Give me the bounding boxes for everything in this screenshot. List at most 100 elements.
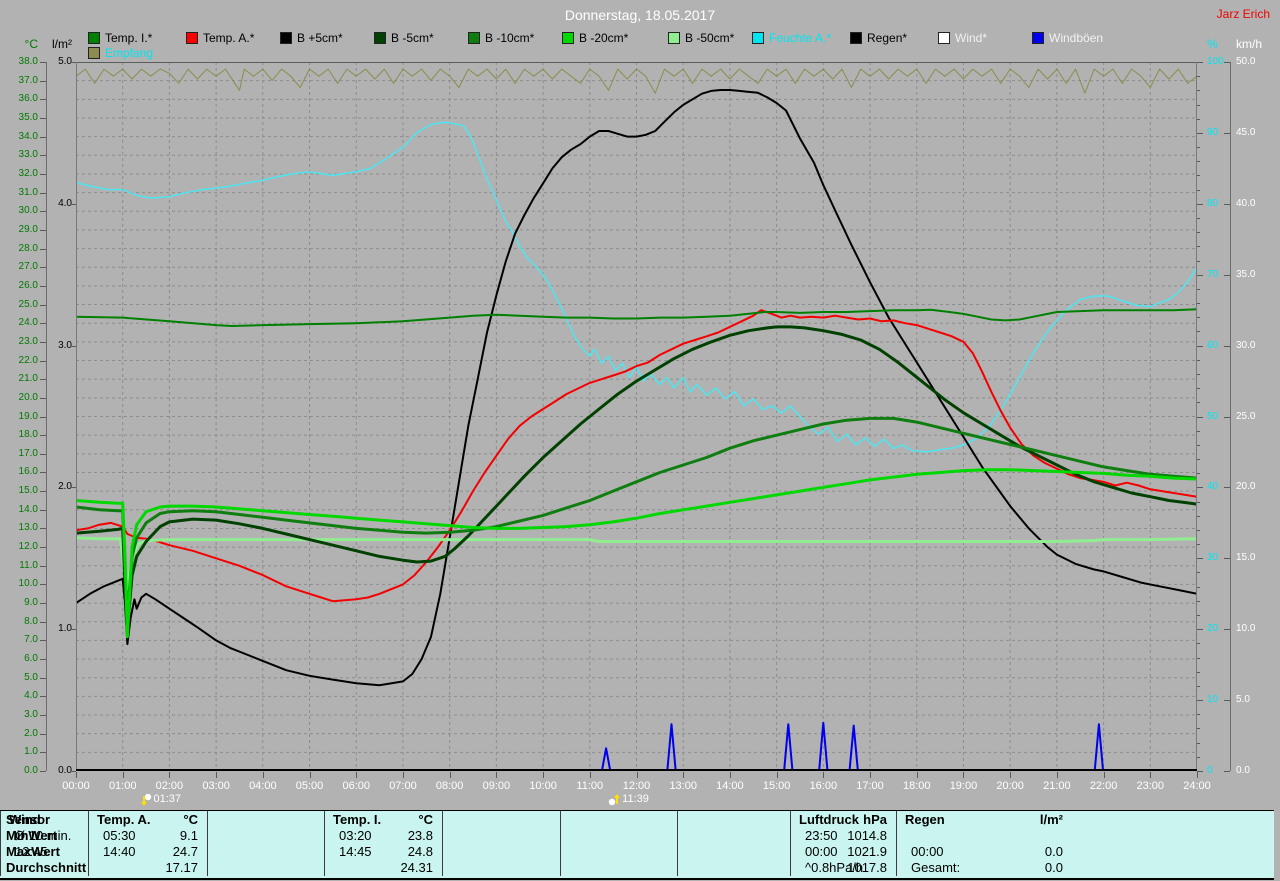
xaxis-time-label: 10:00 [521, 780, 565, 792]
stats-section-empty [207, 811, 325, 876]
yaxis-kmh-label: 5.0 [1236, 695, 1250, 705]
yaxis-percent-label: 20 [1207, 624, 1218, 634]
stats-section-wind: Windkm/hØ 10 min.0.012:45SO 0.10.0 [0, 811, 1, 876]
yaxis-degc-label: 0.0 [2, 766, 38, 776]
xaxis-time-label: 12:00 [615, 780, 659, 792]
legend-label: B -10cm* [485, 31, 534, 45]
yaxis-degc-label: 21.0 [2, 374, 38, 384]
yaxis-percent-tick [1197, 473, 1200, 474]
stats-cell-time: 00:00 [805, 844, 838, 860]
yaxis-percent-tick [1197, 317, 1200, 318]
yaxis-kmh-tick [1224, 133, 1230, 134]
stats-cell-value: 24.7 [173, 844, 198, 860]
yaxis-percent-label: 0 [1207, 766, 1213, 776]
xaxis-time-label: 24:00 [1175, 780, 1219, 792]
yaxis-percent-tick [1197, 331, 1200, 332]
xaxis-time-label: 01:00 [101, 780, 145, 792]
xaxis-hour-tick [169, 772, 170, 778]
yaxis-kmh-tick [1224, 700, 1230, 701]
yaxis-degc-label: 31.0 [2, 188, 38, 198]
axis-title-degc: °C [2, 37, 38, 51]
legend-item-b-5cm-[interactable]: B +5cm* [280, 31, 343, 44]
xaxis-hour-tick [450, 772, 451, 778]
yaxis-lm2-label: 5.0 [42, 57, 72, 67]
xaxis-hour-tick [263, 772, 264, 778]
legend-item-windb-en[interactable]: Windböen [1032, 31, 1103, 44]
legend-item-temp-i-[interactable]: Temp. I.* [88, 31, 152, 44]
xaxis-time-label: 15:00 [755, 780, 799, 792]
yaxis-degc-label: 27.0 [2, 262, 38, 272]
stats-section-temp-a-: Temp. A.°C05:309.114:4024.717.17 [88, 811, 208, 876]
yaxis-percent-label: 40 [1207, 482, 1218, 492]
xaxis-hour-tick [963, 772, 964, 778]
legend-swatch-icon [938, 32, 950, 44]
yaxis-lm2-label: 1.0 [42, 624, 72, 634]
yaxis-kmh-label: 45.0 [1236, 128, 1255, 138]
legend-item-b-10cm-[interactable]: B -10cm* [468, 31, 534, 44]
xaxis-time-label: 08:00 [428, 780, 472, 792]
yaxis-percent-tick [1197, 133, 1203, 134]
xaxis-hour-tick [683, 772, 684, 778]
yaxis-degc-label: 14.0 [2, 505, 38, 515]
yaxis-kmh-label: 0.0 [1236, 766, 1250, 776]
legend-swatch-icon [186, 32, 198, 44]
legend-item-feuchte-a-[interactable]: Feuchte A.* [752, 31, 831, 44]
yaxis-degc-label: 25.0 [2, 300, 38, 310]
yaxis-percent-tick [1197, 62, 1203, 63]
yaxis-percent-tick [1197, 502, 1200, 503]
yaxis-percent-tick [1197, 275, 1203, 276]
yaxis-percent-tick [1197, 757, 1200, 758]
yaxis-degc-label: 19.0 [2, 412, 38, 422]
series-windboeen-spike [1095, 724, 1103, 771]
yaxis-degc-label: 18.0 [2, 430, 38, 440]
yaxis-percent-tick [1197, 105, 1200, 106]
legend-swatch-icon [752, 32, 764, 44]
legend-item-temp-a-[interactable]: Temp. A.* [186, 31, 254, 44]
yaxis-kmh-tick [1224, 771, 1230, 772]
yaxis-degc-label: 20.0 [2, 393, 38, 403]
yaxis-degc-label: 38.0 [2, 57, 38, 67]
stats-cell-time: Gesamt: [911, 860, 960, 876]
marker-time-label: 11:39 [622, 793, 649, 805]
yaxis-percent-tick [1197, 445, 1200, 446]
yaxis-percent-tick [1197, 558, 1203, 559]
xaxis-hour-tick [590, 772, 591, 778]
yaxis-percent-label: 90 [1207, 128, 1218, 138]
legend-label: Empfang [105, 46, 153, 60]
legend-item-wind-[interactable]: Wind* [938, 31, 987, 44]
xaxis-hour-tick [1197, 772, 1198, 778]
yaxis-percent-tick [1197, 658, 1200, 659]
yaxis-kmh-tick [1224, 204, 1230, 205]
legend-item-b-5cm-[interactable]: B -5cm* [374, 31, 434, 44]
yaxis-degc-label: 17.0 [2, 449, 38, 459]
plot-area [76, 62, 1197, 771]
yaxis-percent-tick [1197, 743, 1200, 744]
yaxis-percent-tick [1197, 587, 1200, 588]
xaxis-time-label: 13:00 [661, 780, 705, 792]
yaxis-degc-label: 5.0 [2, 673, 38, 683]
legend-item-b-20cm-[interactable]: B -20cm* [562, 31, 628, 44]
yaxis-percent-tick [1197, 261, 1200, 262]
stats-cell-value: 24.31 [400, 860, 433, 876]
yaxis-percent-tick [1197, 147, 1200, 148]
xaxis-hour-tick [403, 772, 404, 778]
yaxis-percent-tick [1197, 402, 1200, 403]
xaxis-hour-tick [870, 772, 871, 778]
yaxis-degc-label: 9.0 [2, 598, 38, 608]
legend-swatch-icon [1032, 32, 1044, 44]
yaxis-degc-label: 11.0 [2, 561, 38, 571]
stats-section-regen: Regenl/m²00:000.0Gesamt:0.0 [896, 811, 1073, 876]
legend-label: B -5cm* [391, 31, 434, 45]
legend-swatch-icon [562, 32, 574, 44]
legend-item-empfang[interactable]: Empfang [88, 46, 153, 59]
weather-app-window: Donnerstag, 18.05.2017 Jarz Erich Temp. … [0, 0, 1280, 881]
yaxis-degc-label: 33.0 [2, 150, 38, 160]
legend-item-b-50cm-[interactable]: B -50cm* [668, 31, 734, 44]
axis-title-percent: % [1207, 37, 1218, 51]
xaxis-hour-tick [496, 772, 497, 778]
legend-item-regen-[interactable]: Regen* [850, 31, 907, 44]
yaxis-percent-tick [1197, 76, 1200, 77]
stats-cell-value: 0.0 [1045, 844, 1063, 860]
xaxis-time-label: 06:00 [334, 780, 378, 792]
yaxis-percent-tick [1197, 417, 1203, 418]
